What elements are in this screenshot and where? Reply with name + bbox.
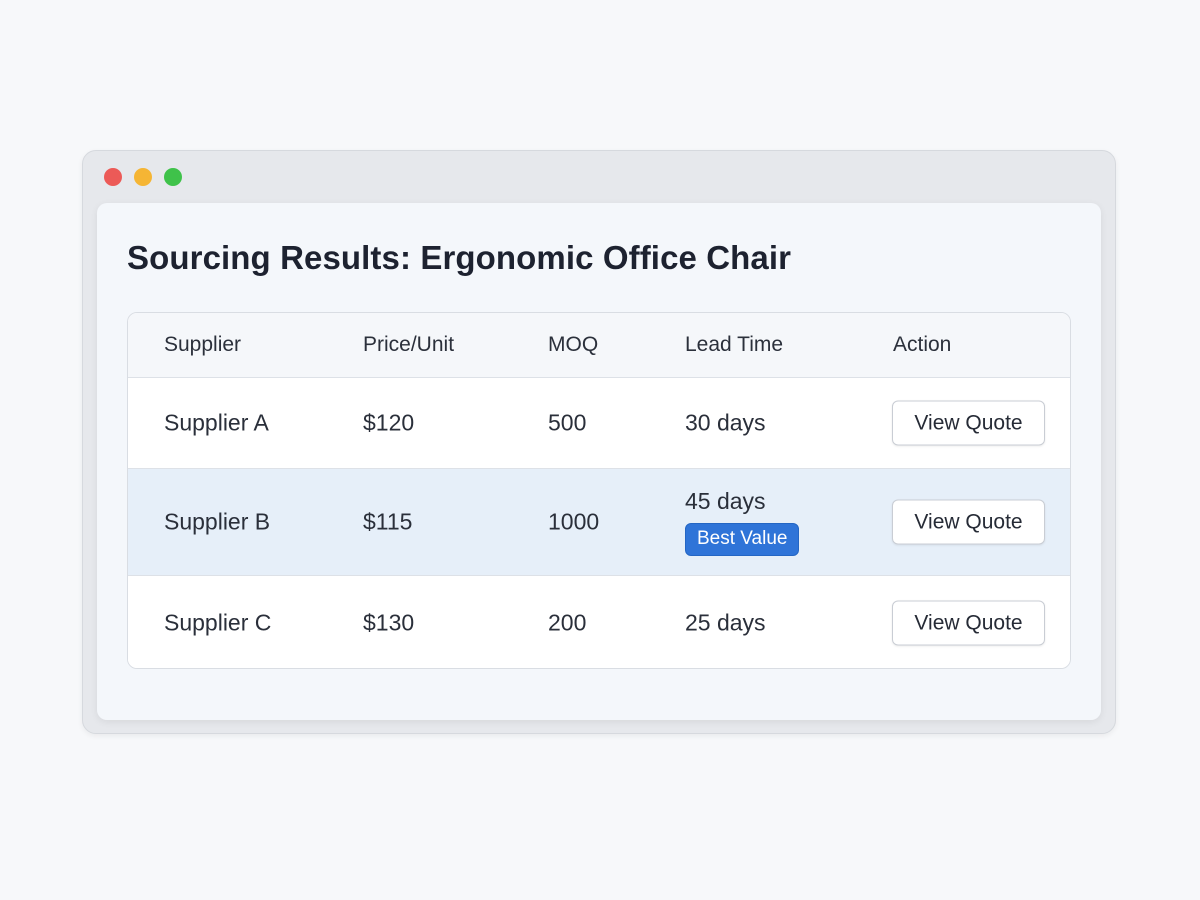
column-header-action: Action: [893, 333, 952, 356]
lead-time-cell: 45 days Best Value: [685, 488, 800, 556]
view-quote-button[interactable]: View Quote: [892, 499, 1045, 545]
price-per-unit: $115: [363, 508, 413, 535]
column-header-price: Price/Unit: [363, 333, 455, 356]
lead-time: 45 days: [685, 488, 766, 514]
table-header: Supplier Price/Unit MOQ Lead Time Action: [128, 313, 1070, 378]
maximize-icon[interactable]: [164, 168, 182, 186]
supplier-name: Supplier C: [164, 609, 272, 636]
column-header-moq: MOQ: [548, 333, 599, 356]
app-window: Sourcing Results: Ergonomic Office Chair…: [82, 150, 1116, 734]
moq-value: 200: [548, 609, 587, 636]
view-quote-button[interactable]: View Quote: [892, 600, 1045, 646]
price-per-unit: $130: [363, 609, 415, 636]
moq-value: 1000: [548, 508, 600, 535]
view-quote-button[interactable]: View Quote: [892, 400, 1045, 446]
moq-value: 500: [548, 409, 587, 436]
content-panel: Sourcing Results: Ergonomic Office Chair…: [97, 203, 1101, 720]
table-row-highlighted: Supplier B $115 1000 45 days Best Value …: [128, 469, 1070, 576]
page-title: Sourcing Results: Ergonomic Office Chair: [127, 239, 792, 276]
lead-time: 30 days: [685, 409, 766, 436]
supplier-table: Supplier Price/Unit MOQ Lead Time Action…: [127, 312, 1071, 669]
supplier-name: Supplier B: [164, 508, 271, 535]
column-header-supplier: Supplier: [164, 333, 242, 356]
price-per-unit: $120: [363, 409, 415, 436]
minimize-icon[interactable]: [134, 168, 152, 186]
supplier-name: Supplier A: [164, 409, 269, 436]
column-header-lead-time: Lead Time: [685, 333, 784, 356]
window-controls: [104, 168, 182, 186]
close-icon[interactable]: [104, 168, 122, 186]
lead-time: 25 days: [685, 609, 766, 636]
best-value-badge: Best Value: [685, 523, 800, 556]
table-row: Supplier C $130 200 25 days View Quote: [128, 576, 1070, 668]
table-row: Supplier A $120 500 30 days View Quote: [128, 378, 1070, 469]
